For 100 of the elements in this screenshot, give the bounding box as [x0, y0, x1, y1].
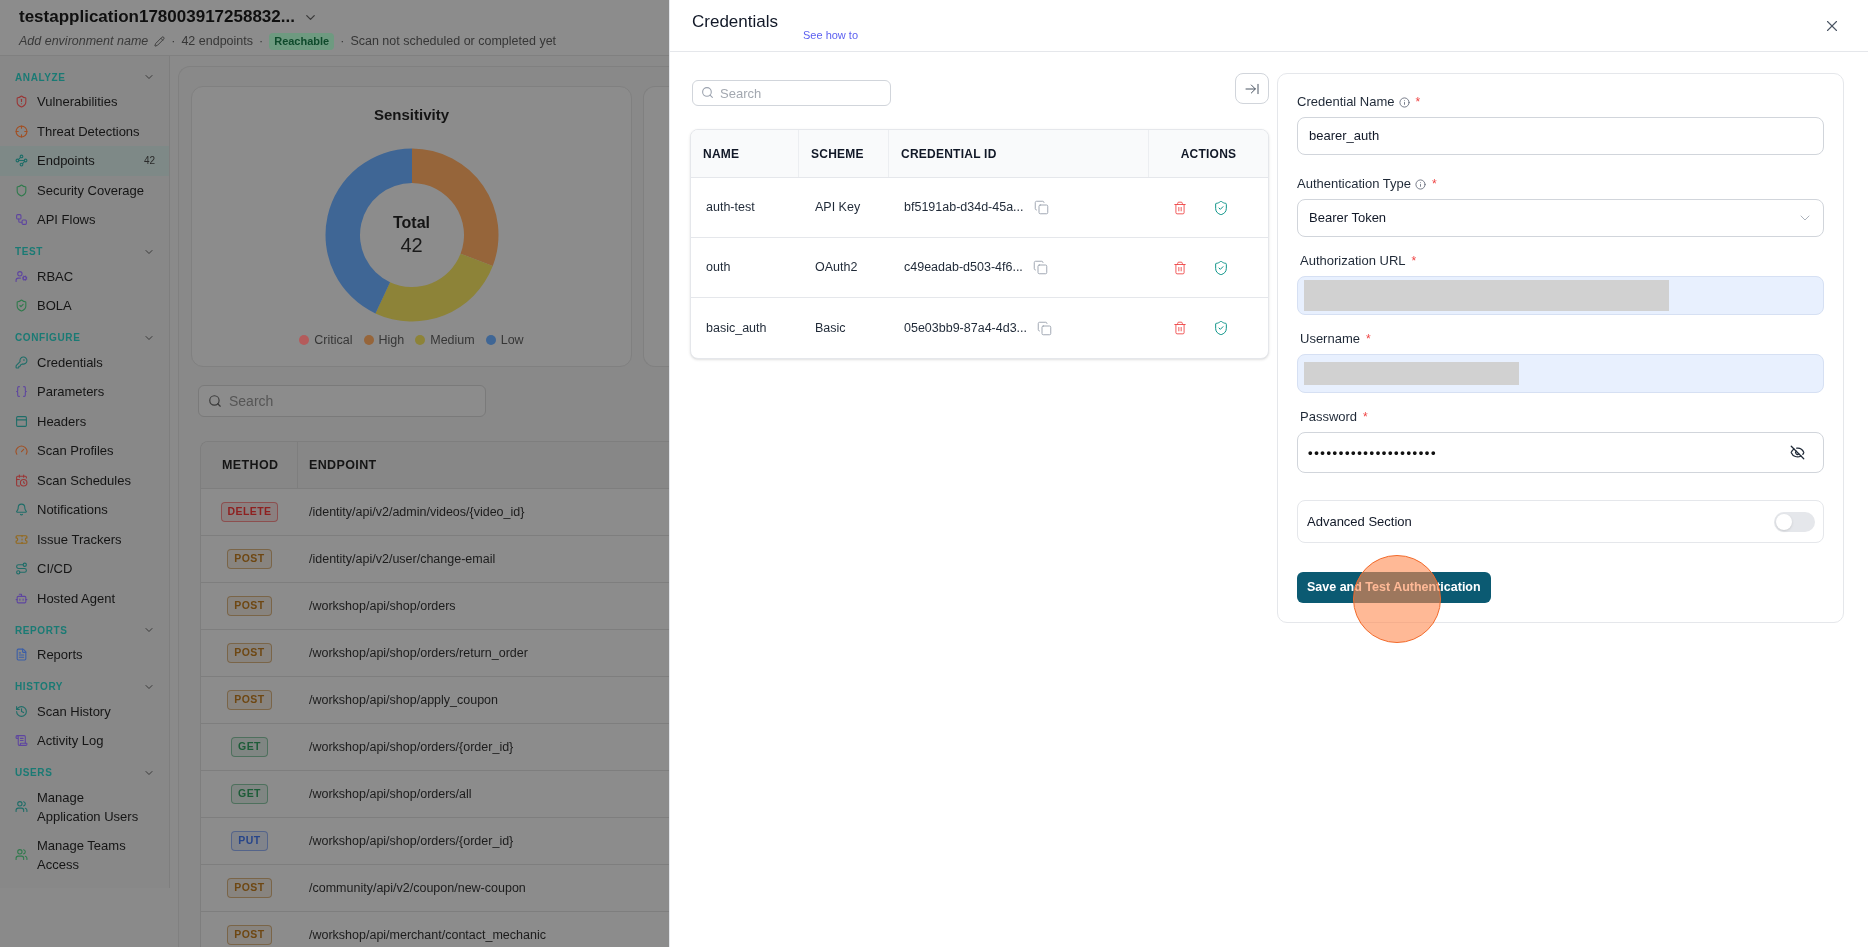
bell-icon: [15, 503, 28, 517]
sidebar-item[interactable]: Parameters: [0, 377, 169, 407]
meta-text: 42 endpoints: [181, 33, 253, 50]
text-field[interactable]: bearer_auth: [1297, 117, 1824, 155]
endpoint-path: /workshop/api/shop/orders/return_order: [308, 644, 528, 662]
copy-icon[interactable]: [1032, 260, 1048, 275]
text-field[interactable]: [1297, 276, 1824, 315]
info-icon[interactable]: [1414, 178, 1426, 190]
trash-icon[interactable]: [1173, 321, 1187, 335]
endpoint-path: /workshop/api/shop/orders/{order_id}: [308, 738, 514, 756]
table-cell-text: auth-test: [705, 199, 756, 217]
column-header: CREDENTIAL ID: [889, 130, 1149, 177]
panel-icon: [15, 414, 28, 428]
user-gear-icon: [15, 269, 28, 283]
sidebar-item[interactable]: Headers: [0, 406, 169, 436]
sidebar-item[interactable]: Reports: [0, 640, 169, 670]
sidebar-item[interactable]: Endpoints 42: [0, 146, 169, 176]
dropdown[interactable]: Bearer Token: [1297, 199, 1824, 237]
sidebar-item[interactable]: BOLA: [0, 291, 169, 321]
shield-check-icon[interactable]: [1213, 320, 1229, 336]
sidebar-item[interactable]: Activity Log: [0, 726, 169, 756]
table-cell-text: bf5191ab-d34d-45a...: [904, 199, 1024, 217]
total-value: 42: [400, 233, 423, 257]
required-mark: *: [1415, 94, 1421, 111]
workflow-icon: [15, 213, 28, 227]
separator: ·: [340, 33, 345, 50]
table-cell-text: API Key: [814, 199, 862, 217]
sidebar-item[interactable]: Scan Profiles: [0, 436, 169, 466]
column-header: ENDPOINT: [308, 456, 377, 474]
sidebar-item[interactable]: Scan History: [0, 696, 169, 726]
field-label: Username: [1300, 330, 1360, 349]
calendar-clock-icon: [15, 473, 28, 487]
method-badge: GET: [231, 737, 268, 757]
users-icon: [15, 848, 28, 861]
table-cell-text: OAuth2: [814, 259, 859, 277]
item-count: 42: [143, 154, 155, 169]
shield-alert-icon: [15, 95, 28, 109]
method-badge: POST: [227, 925, 272, 945]
method-badge: GET: [231, 784, 268, 804]
sidebar-item[interactable]: RBAC: [0, 261, 169, 291]
trash-icon[interactable]: [1173, 260, 1187, 275]
sidebar-item[interactable]: Security Coverage: [0, 175, 169, 205]
collapse-panel-button[interactable]: [1235, 73, 1269, 104]
section-label: Advanced Section: [1307, 512, 1412, 531]
sidebar-item[interactable]: Vulnerabilities: [0, 87, 169, 117]
sidebar-item[interactable]: API Flows: [0, 205, 169, 235]
table-cell-text: outh: [705, 259, 732, 277]
eye-off-icon[interactable]: [1790, 445, 1805, 460]
shield-check-icon[interactable]: [1213, 199, 1229, 216]
copy-icon[interactable]: [1033, 200, 1049, 215]
sidebar-item[interactable]: CI/CD: [0, 554, 169, 584]
method-badge: POST: [227, 549, 272, 569]
pencil-icon[interactable]: [154, 35, 166, 47]
legend-label: Medium: [430, 331, 475, 349]
endpoint-path: /workshop/api/shop/orders/{order_id}: [308, 832, 514, 850]
route-icon: [15, 562, 28, 576]
history-icon: [15, 704, 28, 718]
legend-label: High: [378, 331, 405, 349]
method-badge: POST: [227, 643, 272, 663]
help-link[interactable]: See how to: [803, 29, 859, 42]
scroll-icon: [15, 734, 28, 748]
drawer-title: Credentials: [692, 11, 778, 33]
column-header: SCHEME: [799, 130, 889, 177]
chart-title: Sensitivity: [374, 105, 449, 125]
sidebar-item[interactable]: Manage Teams Access: [0, 830, 169, 879]
field-label: Authorization URL: [1300, 252, 1406, 271]
copy-icon[interactable]: [1037, 320, 1053, 336]
info-icon[interactable]: [1398, 96, 1410, 108]
method-badge: POST: [227, 596, 272, 616]
table-cell-text: 05e03bb9-87a4-4d3...: [904, 319, 1028, 337]
robot-icon: [15, 591, 28, 605]
required-mark: *: [1411, 253, 1417, 270]
waypoints-icon: [15, 154, 28, 168]
toggle-switch[interactable]: [1774, 511, 1815, 532]
shield-check-icon[interactable]: [1213, 259, 1229, 276]
password-field[interactable]: •••••••••••••••••••••: [1297, 432, 1824, 473]
sidebar-item[interactable]: Issue Trackers: [0, 524, 169, 554]
endpoint-path: /workshop/api/shop/orders/all: [308, 785, 472, 803]
separator: ·: [259, 33, 264, 50]
trash-icon[interactable]: [1173, 200, 1187, 215]
sidebar-item[interactable]: Scan Schedules: [0, 465, 169, 495]
method-badge: DELETE: [220, 502, 279, 522]
endpoint-path: /workshop/api/shop/apply_coupon: [308, 691, 499, 709]
crosshair-icon: [15, 124, 28, 138]
field-label: Credential Name: [1297, 93, 1395, 112]
sidebar-item[interactable]: Credentials: [0, 347, 169, 377]
table-cell-text: basic_auth: [705, 319, 768, 337]
column-header: METHOD: [201, 442, 298, 488]
sidebar-item[interactable]: Notifications: [0, 495, 169, 525]
text-field[interactable]: [1297, 354, 1824, 393]
environment-name-placeholder[interactable]: Add environment name: [19, 32, 149, 50]
legend-label: Low: [500, 331, 524, 349]
search-icon: [701, 86, 714, 99]
sidebar-item[interactable]: Manage Application Users: [0, 782, 169, 831]
status-badge: Reachable: [269, 32, 335, 50]
gauge-icon: [15, 444, 28, 458]
sidebar-item[interactable]: Hosted Agent: [0, 583, 169, 613]
endpoint-path: /workshop/api/merchant/contact_mechanic: [308, 926, 546, 944]
app-selector[interactable]: testapplication178003917258832...: [19, 6, 318, 28]
sidebar-item[interactable]: Threat Detections: [0, 116, 169, 146]
